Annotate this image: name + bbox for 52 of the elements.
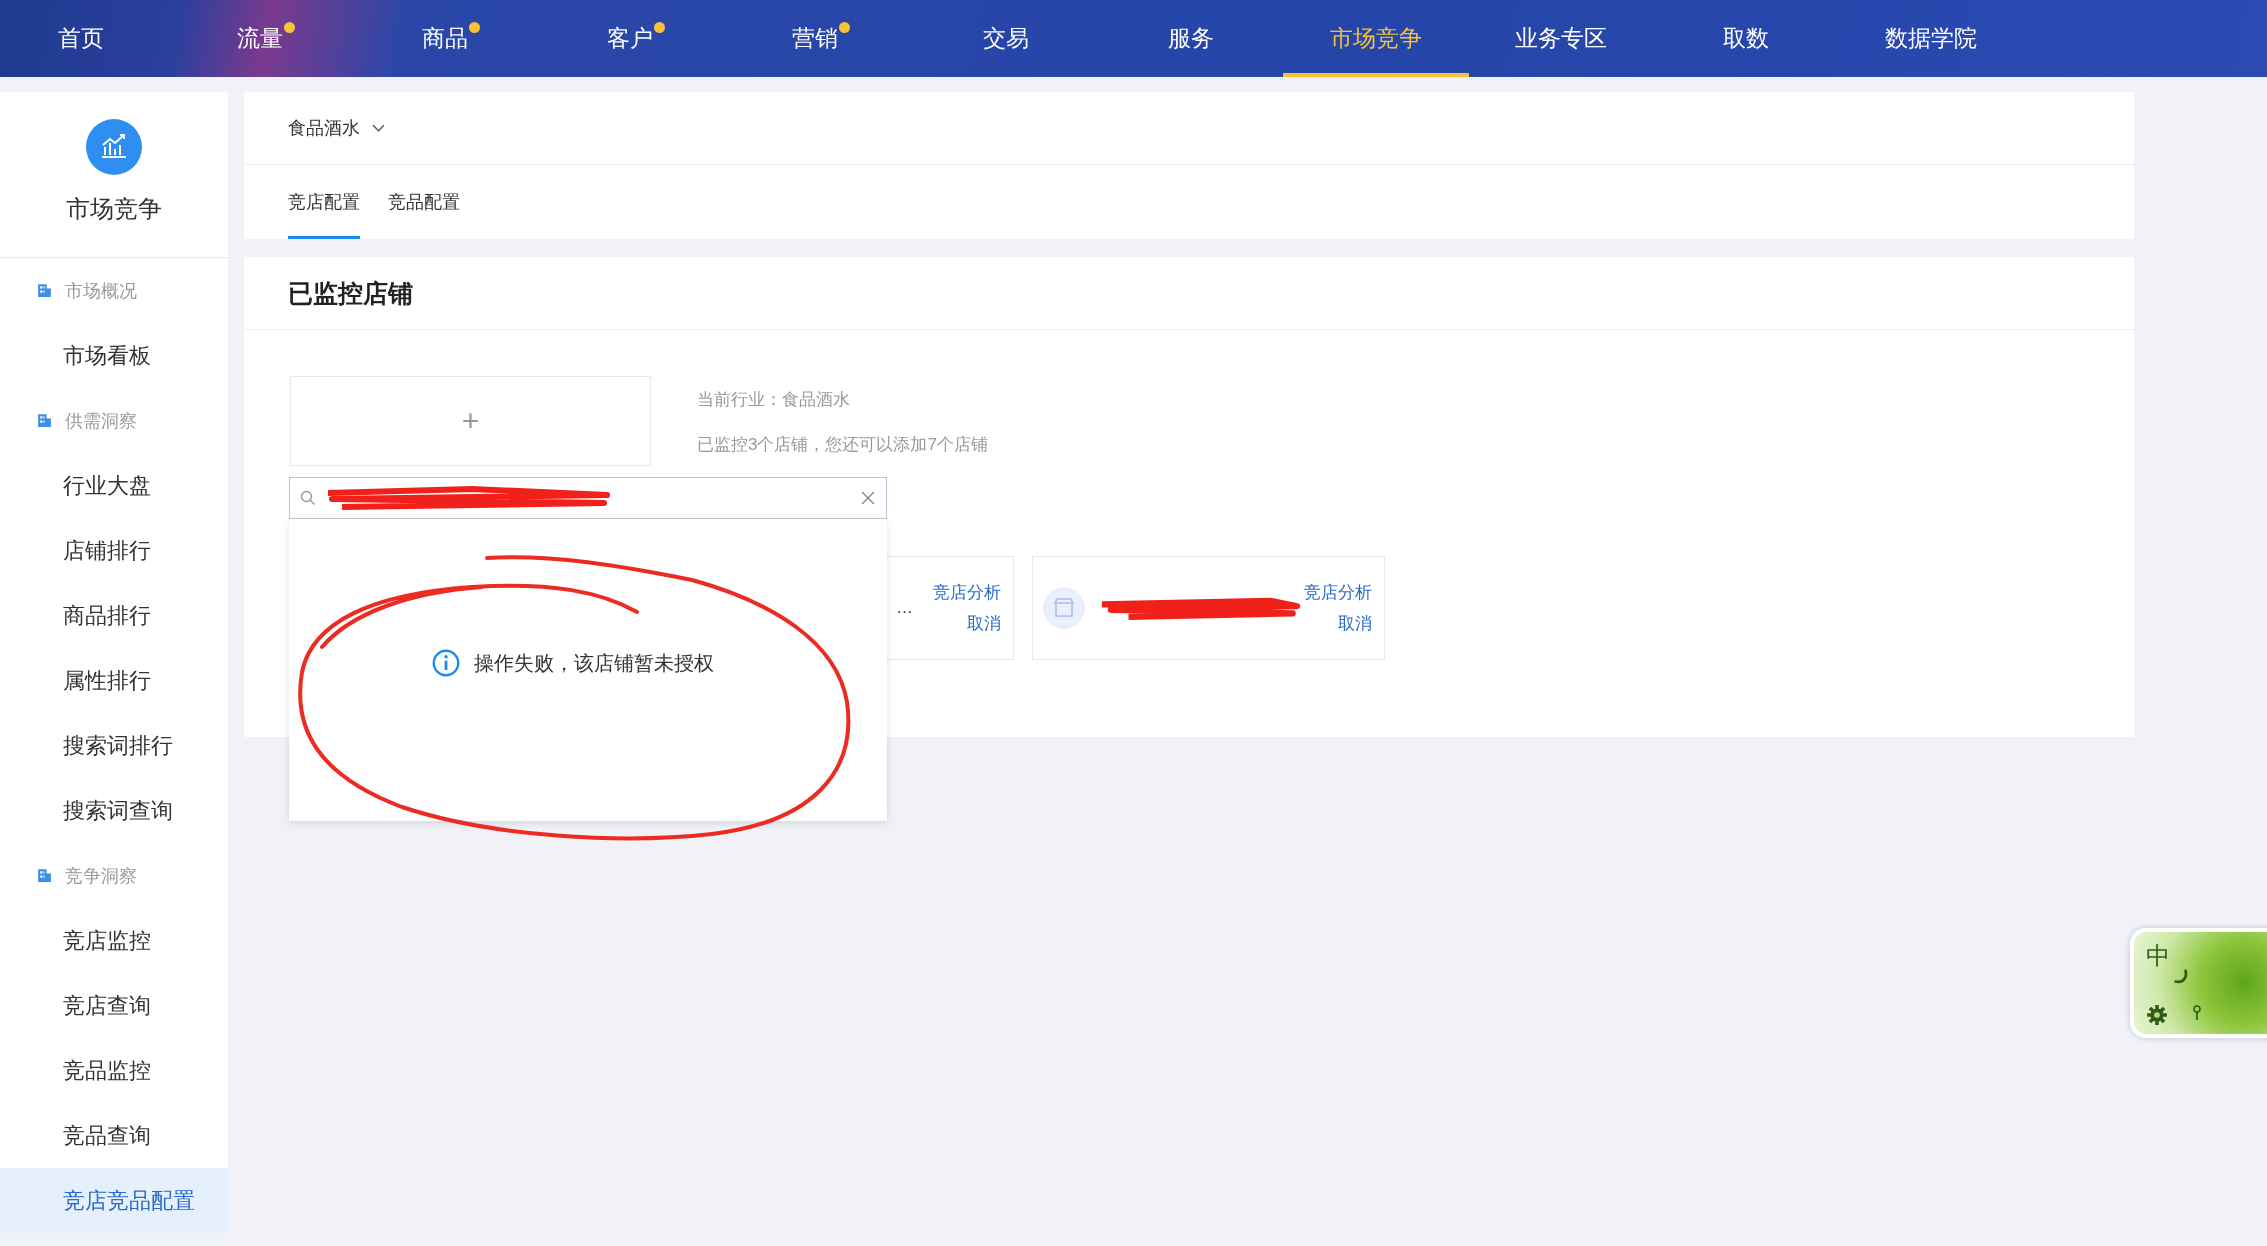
sidebar-title: 市场竞争 <box>66 194 162 224</box>
gear-icon[interactable] <box>2146 1004 2168 1026</box>
info-text: 当前行业：食品酒水 <box>697 389 851 411</box>
nav-tab[interactable]: 流量 <box>173 0 359 77</box>
store-action-link[interactable]: 竞店分析 <box>1304 581 1372 604</box>
industry-dropdown[interactable]: 食品酒水 <box>288 116 385 140</box>
nav-tab[interactable]: 市场竞争 <box>1283 0 1469 77</box>
nav-tab[interactable]: 数据学院 <box>1838 0 2024 77</box>
sidebar-item[interactable]: 竞品监控 <box>0 1038 228 1103</box>
sidebar-item[interactable]: 搜索词查询 <box>0 778 228 843</box>
sidebar-item[interactable]: 竞店查询 <box>0 973 228 1038</box>
chevron-down-icon <box>372 123 385 133</box>
info-icon <box>432 649 460 677</box>
sidebar-group-label: 市场概况 <box>65 279 137 303</box>
nav-tab[interactable]: 交易 <box>913 0 1099 77</box>
nav-tab[interactable]: 客户 <box>543 0 729 77</box>
nav-tab[interactable]: 商品 <box>358 0 544 77</box>
building-icon <box>36 867 53 884</box>
sidebar-group-label: 供需洞察 <box>65 409 137 433</box>
store-action-link[interactable]: 取消 <box>1338 612 1372 635</box>
sidebar-item[interactable]: 商品排行 <box>0 583 228 648</box>
input-mode-label[interactable]: 中 <box>2146 940 2170 972</box>
search-field[interactable] <box>289 477 887 519</box>
nav-tab[interactable]: 首页 <box>0 0 174 77</box>
store-icon <box>1043 587 1085 629</box>
sidebar-item[interactable]: 竞品查询 <box>0 1103 228 1168</box>
sidebar-item[interactable]: 竞店竞品配置 <box>0 1168 228 1233</box>
nav-tab[interactable]: 业务专区 <box>1468 0 1654 77</box>
nav-tab[interactable]: 取数 <box>1653 0 1839 77</box>
sidebar-item[interactable]: 店铺排行 <box>0 518 228 583</box>
store-action-link[interactable]: 竞店分析 <box>933 581 1001 604</box>
store-name: … <box>896 598 914 618</box>
sidebar-group-label: 竞争洞察 <box>65 864 137 888</box>
tab[interactable]: 竞品配置 <box>388 165 460 239</box>
search-icon <box>300 490 316 506</box>
building-icon <box>36 412 53 429</box>
nav-tab[interactable]: 营销 <box>728 0 914 77</box>
error-message: 操作失败，该店铺暂未授权 <box>474 651 714 676</box>
sidebar-item[interactable]: 属性排行 <box>0 648 228 713</box>
chart-icon <box>86 119 142 175</box>
nav-tab[interactable]: 服务 <box>1098 0 1284 77</box>
sidebar-item[interactable]: 行业大盘 <box>0 453 228 518</box>
close-icon[interactable] <box>860 490 876 506</box>
building-icon <box>36 282 53 299</box>
moon-icon[interactable] <box>2172 968 2190 986</box>
section-title: 已监控店铺 <box>288 277 413 309</box>
sidebar-item[interactable]: 市场看板 <box>0 323 228 388</box>
tab[interactable]: 竞店配置 <box>288 165 360 239</box>
sidebar-item[interactable]: 竞店监控 <box>0 908 228 973</box>
store-action-link[interactable]: 取消 <box>967 612 1001 635</box>
sidebar-item[interactable]: 搜索词排行 <box>0 713 228 778</box>
info-text: 已监控3个店铺，您还可以添加7个店铺 <box>697 434 988 456</box>
